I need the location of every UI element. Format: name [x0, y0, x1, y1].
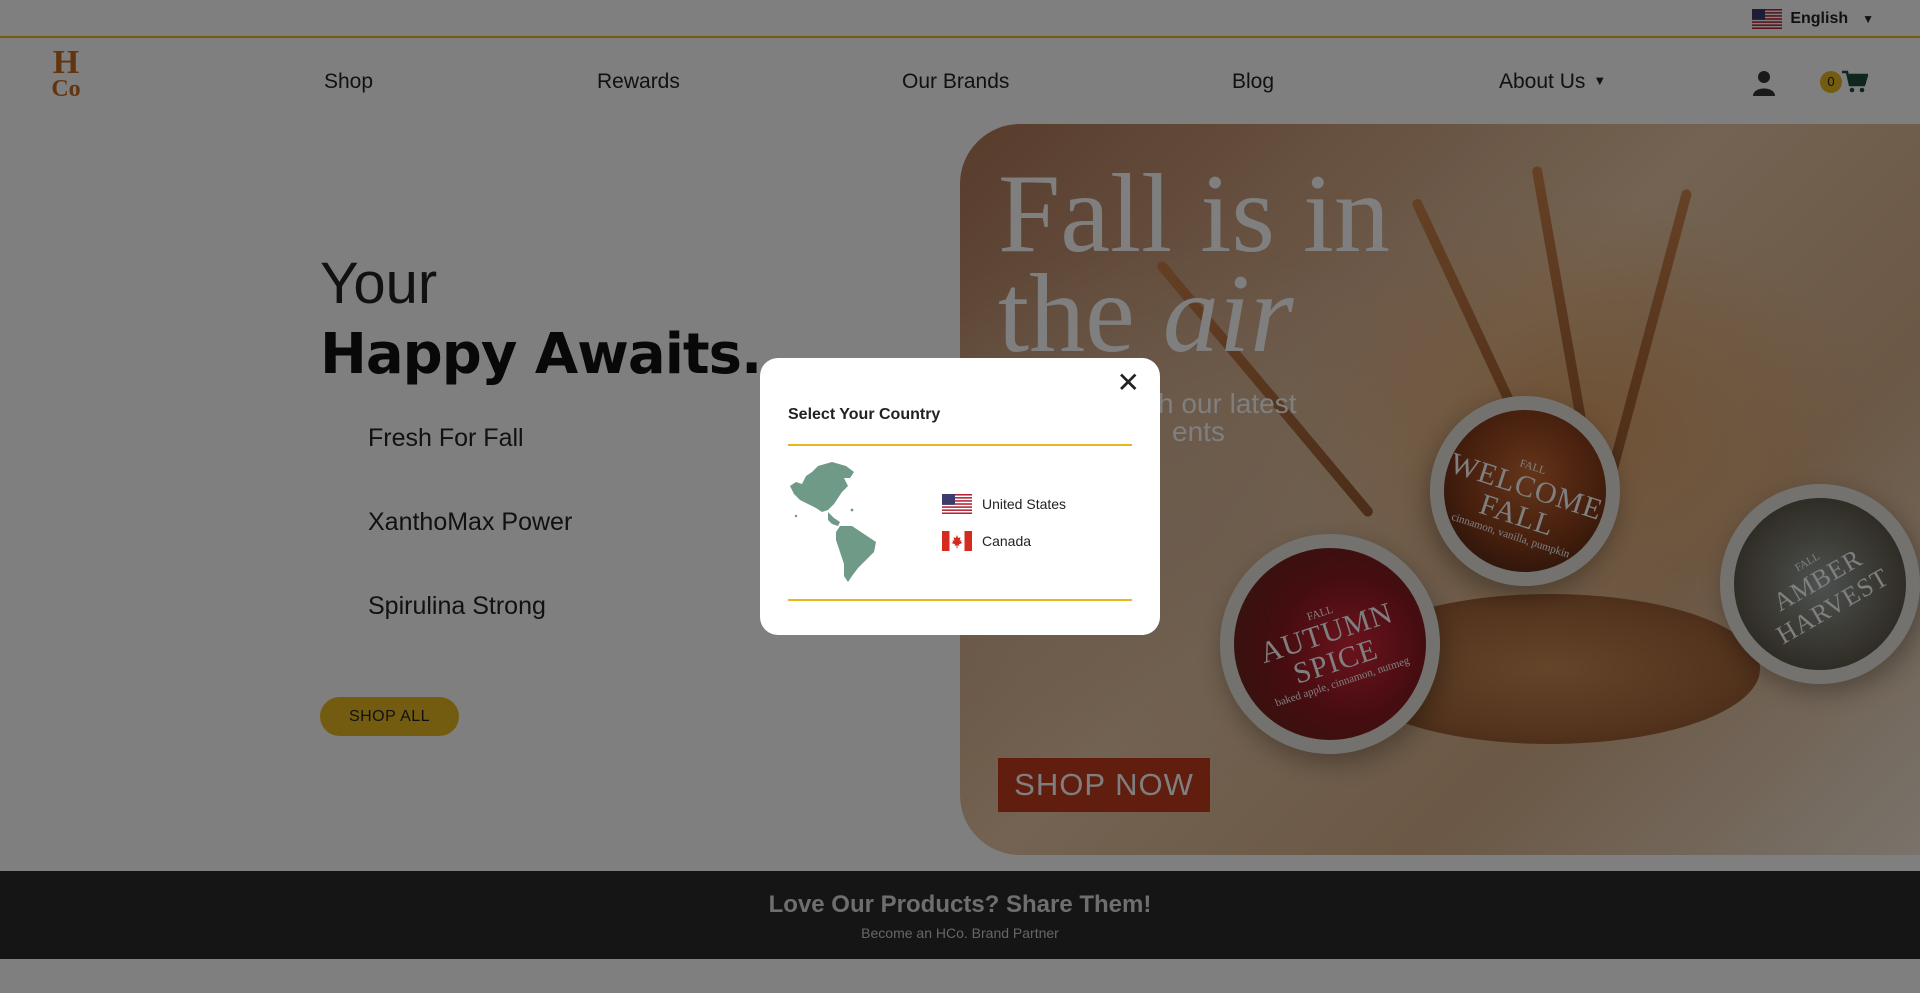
americas-map-icon	[790, 462, 876, 582]
country-select-modal: ✕ Select Your Country United States Cana…	[760, 358, 1160, 635]
close-icon[interactable]: ✕	[1117, 366, 1140, 399]
country-option-united-states[interactable]: United States	[942, 494, 1066, 514]
modal-divider-bottom	[788, 599, 1132, 601]
country-option-canada[interactable]: Canada	[942, 531, 1031, 551]
country-label-united-states: United States	[982, 496, 1067, 512]
canada-flag-icon	[942, 531, 972, 551]
country-label-canada: Canada	[982, 533, 1032, 549]
us-flag-icon	[942, 494, 972, 514]
modal-title: Select Your Country	[788, 406, 941, 423]
modal-divider-top	[788, 444, 1132, 446]
